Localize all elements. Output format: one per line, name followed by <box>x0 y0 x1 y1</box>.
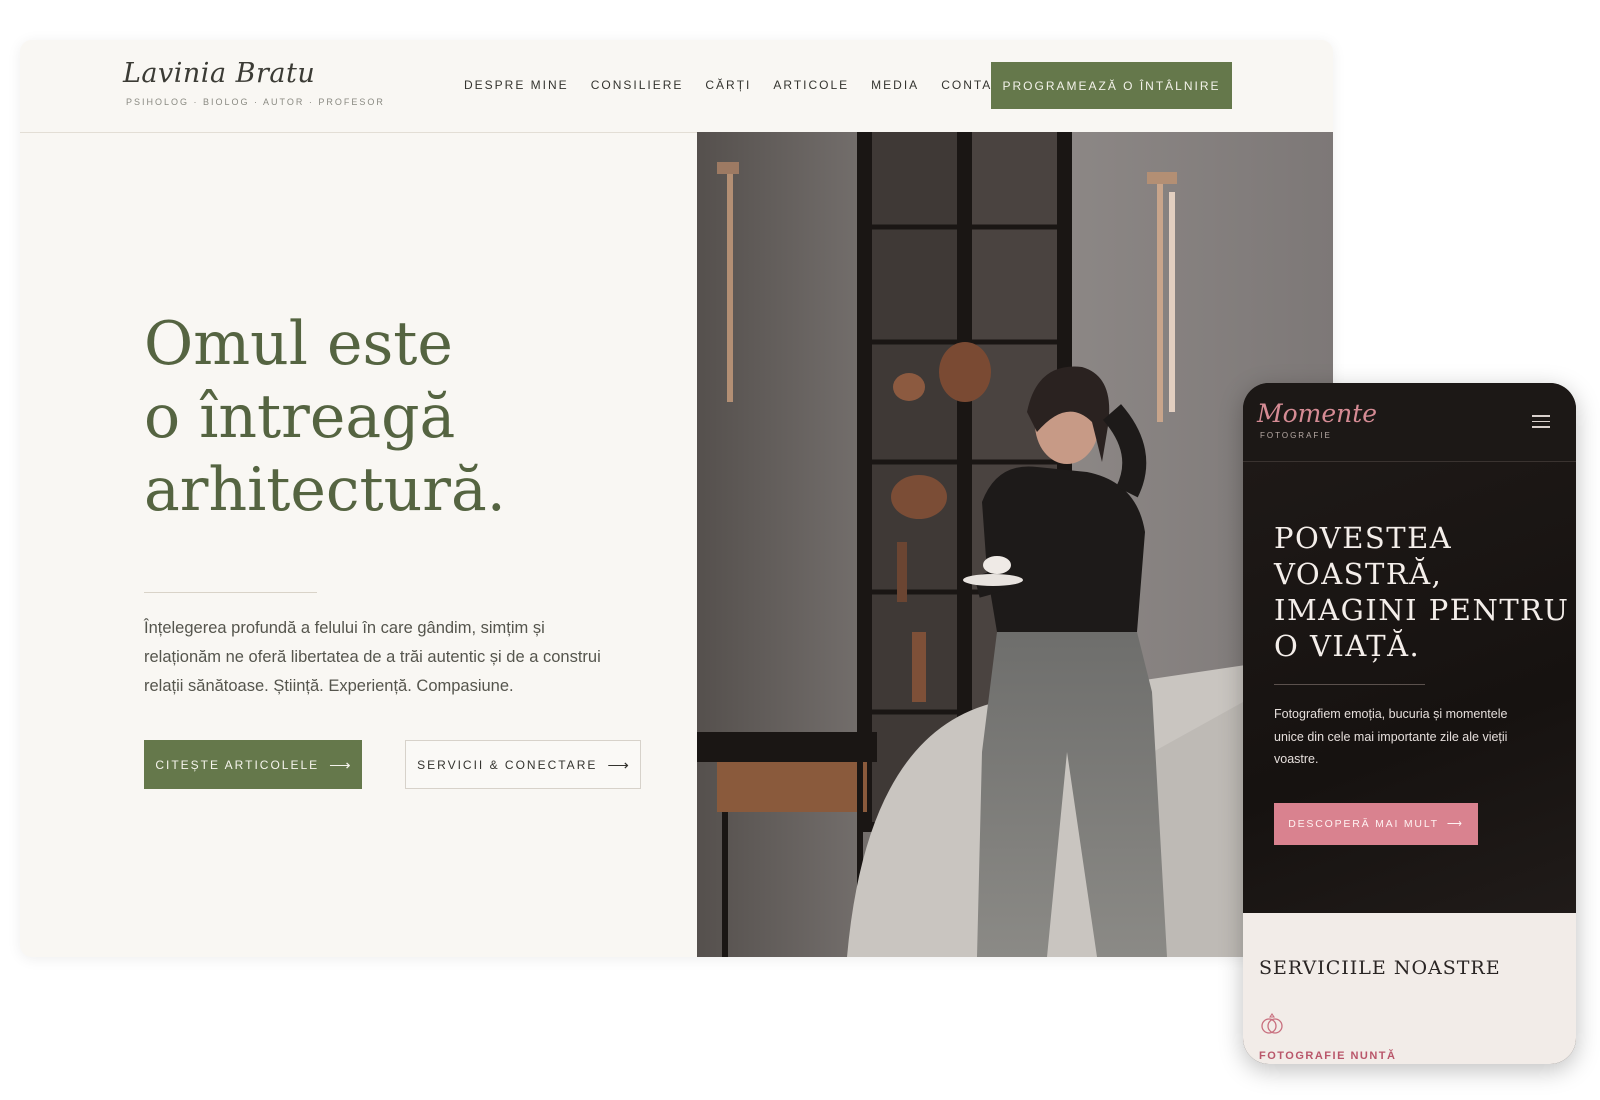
hero-title: Omul este o întreagă arhitectură. <box>144 308 506 527</box>
hero-title-line: Omul este <box>144 309 453 379</box>
nav-item-despre-mine[interactable]: DESPRE MINE <box>464 78 569 92</box>
nav-item-carti[interactable]: CĂRȚI <box>705 78 751 92</box>
read-articles-button[interactable]: CITEȘTE ARTICOLELE ⟶ <box>144 740 362 789</box>
site-tagline: PSIHOLOG · BIOLOG · AUTOR · PROFESOR <box>126 97 385 107</box>
hero-title-line: o întreagă <box>144 382 456 452</box>
arrow-right-icon: ⟶ <box>1446 818 1464 830</box>
hero-title-line: arhitectură. <box>144 455 506 525</box>
hero-divider <box>144 592 317 593</box>
arrow-right-icon: ⟶ <box>607 756 629 774</box>
main-nav: DESPRE MINE CONSILIERE CĂRȚI ARTICOLE ME… <box>464 78 1034 92</box>
mobile-title-line: O VIAȚĂ. <box>1274 629 1421 663</box>
nav-item-articole[interactable]: ARTICOLE <box>773 78 849 92</box>
mobile-mockup: Momente FOTOGRAFIE POVESTEA VOASTRĂ, IMA… <box>1243 383 1576 1064</box>
wedding-rings-icon <box>1261 1013 1283 1034</box>
services-connect-button[interactable]: SERVICII & CONECTARE ⟶ <box>405 740 641 789</box>
mobile-header: Momente FOTOGRAFIE <box>1243 383 1576 462</box>
mobile-hero-title: POVESTEA VOASTRĂ, IMAGINI PENTRU O VIAȚĂ… <box>1274 520 1569 664</box>
mobile-hero-description: Fotografiem emoția, bucuria și momentele… <box>1274 707 1508 766</box>
hero-section <box>20 133 680 957</box>
hero-description: Înțelegerea profundă a felului în care g… <box>144 619 601 695</box>
hamburger-menu-icon[interactable] <box>1532 415 1550 428</box>
mobile-logo[interactable]: Momente <box>1257 399 1377 428</box>
nav-item-media[interactable]: MEDIA <box>871 78 919 92</box>
site-header: Lavinia Bratu PSIHOLOG · BIOLOG · AUTOR … <box>20 40 1333 133</box>
read-articles-label: CITEȘTE ARTICOLELE <box>155 757 320 772</box>
mobile-title-line: VOASTRĂ, <box>1274 557 1443 591</box>
arrow-right-icon: ⟶ <box>329 756 351 774</box>
services-connect-label: SERVICII & CONECTARE <box>417 757 598 772</box>
nav-item-consiliere[interactable]: CONSILIERE <box>591 78 684 92</box>
site-logo[interactable]: Lavinia Bratu <box>123 58 315 89</box>
mobile-logo-subtitle: FOTOGRAFIE <box>1260 431 1332 440</box>
mobile-title-line: POVESTEA <box>1274 521 1453 555</box>
discover-more-button[interactable]: DESCOPERĂ MAI MULT ⟶ <box>1274 803 1478 845</box>
desktop-mockup: Lavinia Bratu PSIHOLOG · BIOLOG · AUTOR … <box>20 40 1333 957</box>
mobile-hero-divider <box>1274 684 1425 685</box>
schedule-appointment-button[interactable]: PROGRAMEAZĂ O ÎNTÂLNIRE <box>991 62 1232 109</box>
service-item-wedding[interactable]: FOTOGRAFIE NUNTĂ <box>1259 1050 1396 1062</box>
discover-more-label: DESCOPERĂ MAI MULT <box>1288 818 1439 830</box>
services-section: SERVICIILE NOASTRE FOTOGRAFIE NUNTĂ <box>1243 913 1576 1064</box>
hero-photo <box>697 132 1333 957</box>
services-title: SERVICIILE NOASTRE <box>1259 957 1501 979</box>
mobile-title-line: IMAGINI PENTRU <box>1274 593 1570 627</box>
